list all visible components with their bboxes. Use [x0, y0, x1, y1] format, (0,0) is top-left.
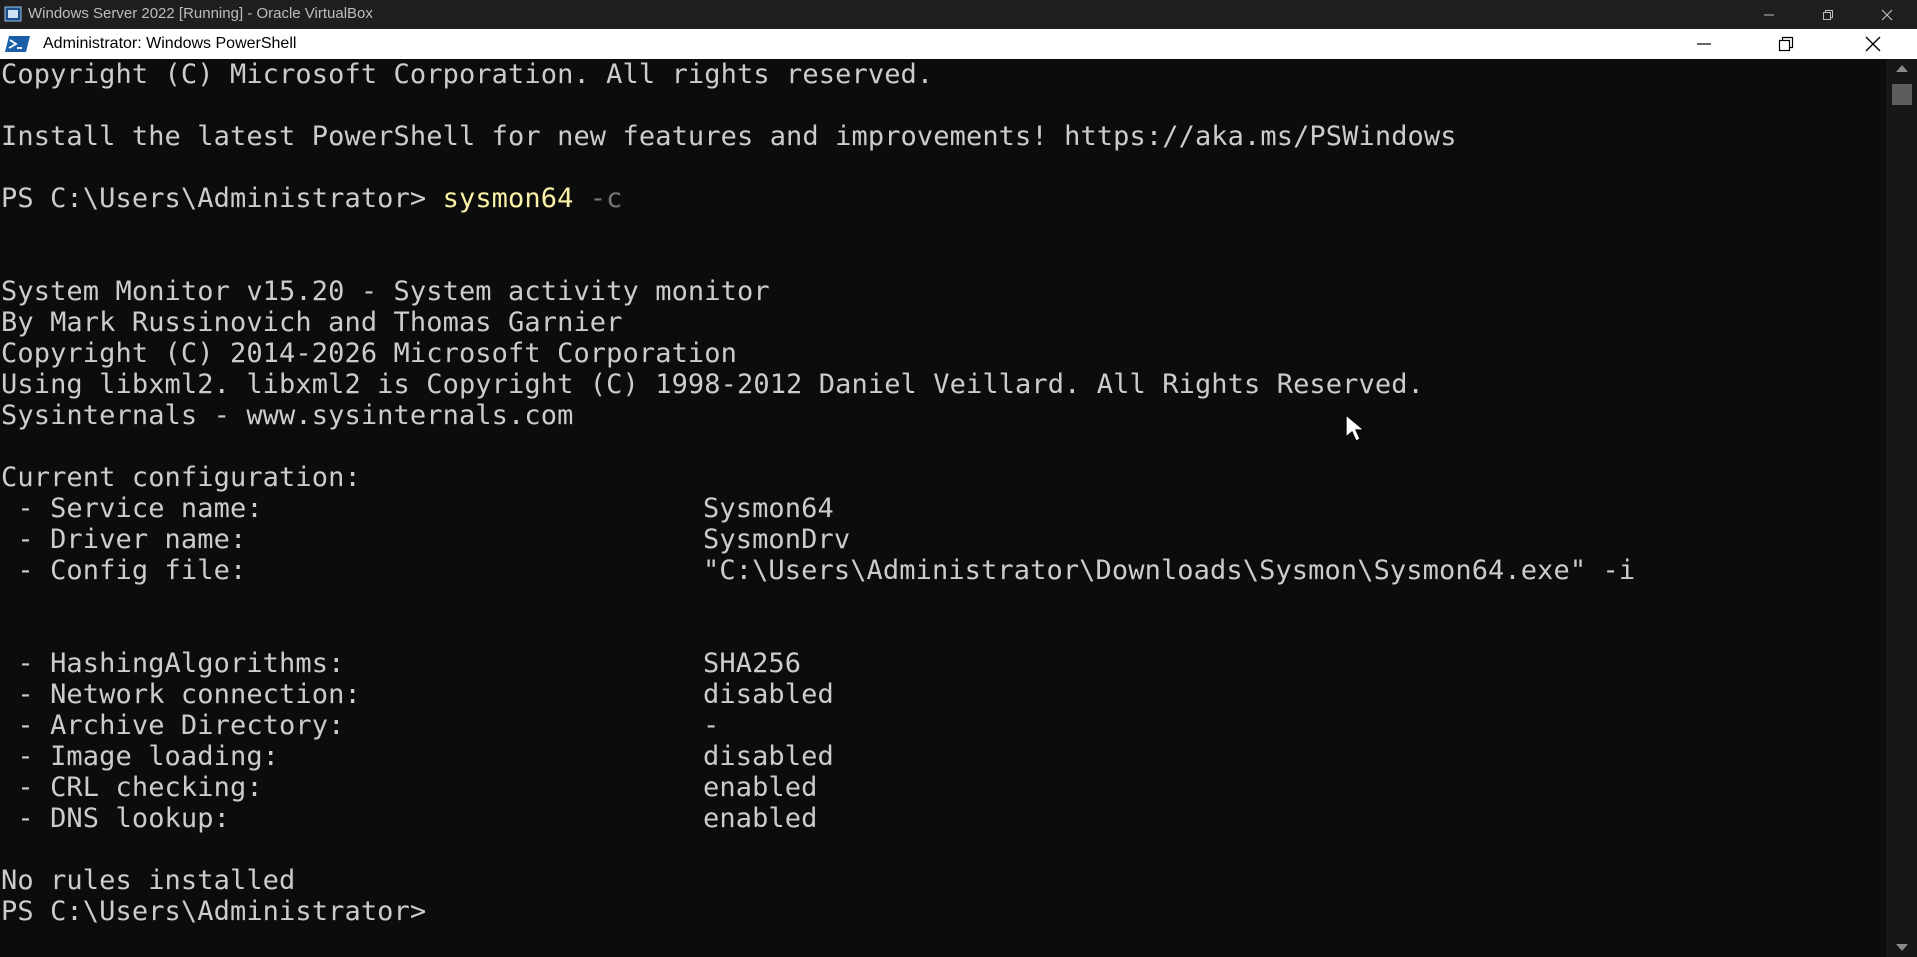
vbox-close-button[interactable] — [1864, 0, 1910, 29]
scroll-thumb[interactable] — [1892, 84, 1912, 105]
config-value: "C:\Users\Administrator\Downloads\Sysmon… — [703, 555, 1636, 586]
minimize-icon — [1764, 14, 1774, 15]
console-line: No rules installed — [1, 865, 296, 896]
virtualbox-icon — [4, 6, 22, 22]
powershell-titlebar: Administrator: Windows PowerShell — [0, 29, 1917, 59]
restore-icon — [1778, 36, 1794, 52]
console-line: Copyright (C) 2014-2026 Microsoft Corpor… — [1, 338, 737, 369]
powershell-icon — [5, 36, 30, 52]
config-row: - DNS lookup: enabled — [1, 803, 1881, 834]
console-line: System Monitor v15.20 - System activity … — [1, 276, 770, 307]
config-row: - Config file: "C:\Users\Administrator\Do… — [1, 555, 1881, 586]
config-row: - Driver name: SysmonDrv — [1, 524, 1881, 555]
scroll-down-icon[interactable] — [1896, 944, 1908, 951]
config-value: enabled — [703, 772, 818, 803]
config-heading: Current configuration: — [1, 462, 361, 493]
config-label: - Driver name: — [1, 524, 247, 555]
restore-button[interactable] — [1756, 29, 1816, 59]
vertical-scrollbar[interactable] — [1886, 59, 1917, 957]
close-icon — [1865, 36, 1881, 52]
console-line: Install the latest PowerShell for new fe… — [1, 121, 1457, 152]
config-label: - Config file: — [1, 555, 247, 586]
powershell-window-title: Administrator: Windows PowerShell — [43, 35, 297, 52]
config-label: - Service name: — [1, 493, 263, 524]
config-value: SHA256 — [703, 648, 802, 679]
config-row: - Archive Directory: - — [1, 710, 1881, 741]
config-label: - Archive Directory: — [1, 710, 345, 741]
config-label: - Image loading: — [1, 741, 280, 772]
close-button[interactable] — [1843, 29, 1903, 59]
command-name: sysmon64 — [442, 183, 574, 214]
console-line: Sysinternals - www.sysinternals.com — [1, 400, 574, 431]
virtualbox-window-title: Windows Server 2022 [Running] - Oracle V… — [28, 5, 373, 22]
config-row: - Image loading: disabled — [1, 741, 1881, 772]
console-prompt: PS C:\Users\Administrator> — [1, 896, 427, 927]
config-label: - CRL checking: — [1, 772, 263, 803]
config-value: disabled — [703, 679, 834, 710]
minimize-button[interactable] — [1674, 29, 1734, 59]
config-value: disabled — [703, 741, 834, 772]
restore-icon — [1823, 9, 1833, 20]
config-label: - DNS lookup: — [1, 803, 230, 834]
console-output[interactable]: Copyright (C) Microsoft Corporation. All… — [0, 59, 1886, 957]
virtualbox-titlebar: Windows Server 2022 [Running] - Oracle V… — [0, 0, 1917, 29]
config-label: - Network connection: — [1, 679, 361, 710]
console-line: Copyright (C) Microsoft Corporation. All… — [1, 59, 934, 90]
config-row: - Service name: Sysmon64 — [1, 493, 1881, 524]
console-line: Using libxml2. libxml2 is Copyright (C) … — [1, 369, 1424, 400]
vbox-restore-button[interactable] — [1805, 0, 1851, 29]
config-value: SysmonDrv — [703, 524, 851, 555]
config-value: enabled — [703, 803, 818, 834]
prompt: PS C:\Users\Administrator> — [1, 183, 443, 214]
mouse-pointer-icon — [1345, 414, 1366, 442]
config-value: - — [703, 710, 720, 741]
minimize-icon — [1697, 43, 1711, 45]
close-icon — [1881, 9, 1893, 20]
config-row: - HashingAlgorithms: SHA256 — [1, 648, 1881, 679]
console-line: By Mark Russinovich and Thomas Garnier — [1, 307, 623, 338]
command-parameter: -c — [573, 183, 623, 214]
vbox-minimize-button[interactable] — [1746, 0, 1792, 29]
config-row: - CRL checking: enabled — [1, 772, 1881, 803]
config-label: - HashingAlgorithms: — [1, 648, 345, 679]
config-row: - Network connection: disabled — [1, 679, 1881, 710]
config-value: Sysmon64 — [703, 493, 834, 524]
command-line: PS C:\Users\Administrator> sysmon64 -c — [1, 183, 623, 214]
scroll-up-icon[interactable] — [1896, 65, 1908, 72]
